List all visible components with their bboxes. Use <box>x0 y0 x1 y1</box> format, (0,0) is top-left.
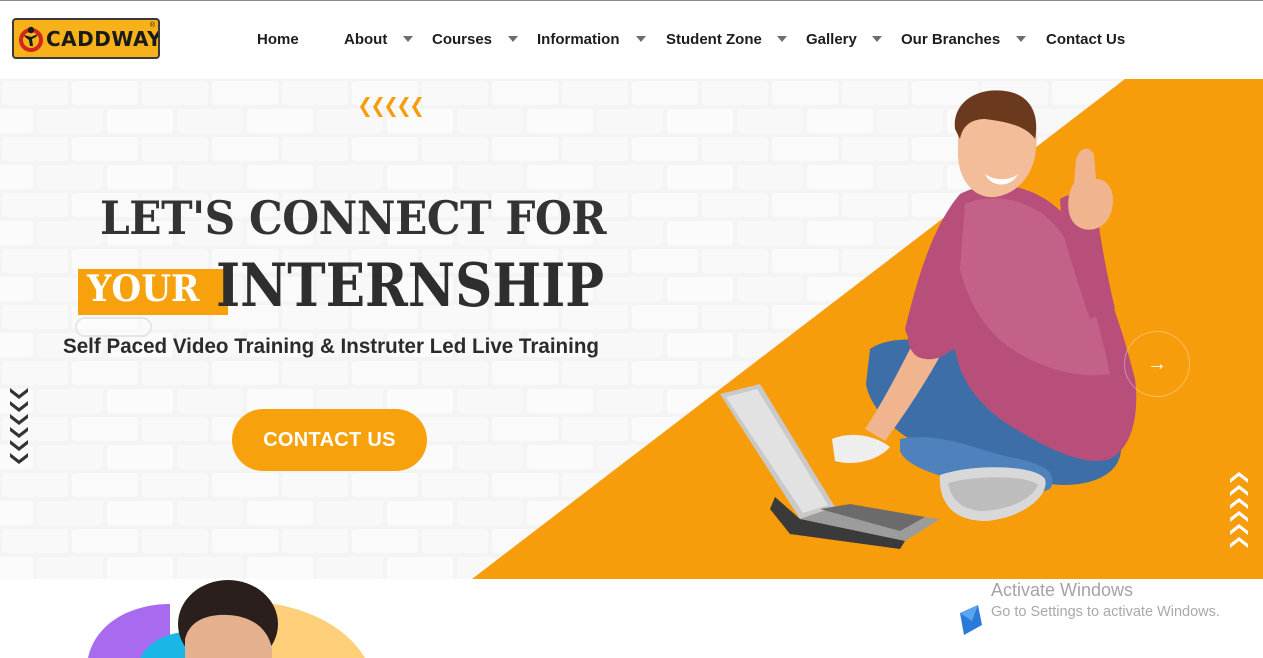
nav-home[interactable]: Home <box>257 31 299 48</box>
nav-our-branches[interactable]: Our Branches <box>901 31 1000 48</box>
logo-text: CADDWAY <box>46 26 160 51</box>
nav-about[interactable]: About <box>344 31 387 48</box>
hero-subtitle: Self Paced Video Training & Instruter Le… <box>63 335 599 358</box>
student-graphic <box>88 580 365 658</box>
site-header: CADDWAY ® Home About Courses Information… <box>0 1 1263 79</box>
nav-contact-us[interactable]: Contact Us <box>1046 31 1125 48</box>
decorative-pill <box>75 317 152 337</box>
chevron-down-icon[interactable] <box>872 36 882 42</box>
hero-headline-line2: INTERNSHIP <box>216 251 605 321</box>
hero-headline-highlight: YOUR <box>87 268 200 310</box>
activate-windows-title: Activate Windows <box>991 580 1134 600</box>
chevron-down-icon[interactable] <box>777 36 787 42</box>
nav-student-zone[interactable]: Student Zone <box>666 31 762 48</box>
hero-headline-line1: LET'S CONNECT FOR <box>100 191 607 245</box>
hero-banner: LET'S CONNECT FOR YOUR INTERNSHIP Self P… <box>0 79 1263 579</box>
hero-background <box>0 79 1263 579</box>
chevron-down-icon[interactable] <box>508 36 518 42</box>
windows-logo-icon <box>960 605 982 635</box>
slider-next-button[interactable]: → <box>1124 331 1190 397</box>
caddway-logo[interactable]: CADDWAY ® <box>12 18 160 59</box>
contact-us-button[interactable]: CONTACT US <box>232 409 427 471</box>
activate-windows-subtitle: Go to Settings to activate Windows. <box>991 604 1220 620</box>
chevron-down-icon[interactable] <box>636 36 646 42</box>
chevron-down-icon[interactable] <box>403 36 413 42</box>
registered-mark: ® <box>149 22 155 29</box>
nav-gallery[interactable]: Gallery <box>806 31 857 48</box>
nav-information[interactable]: Information <box>537 31 620 48</box>
arrow-right-icon: → <box>1147 352 1167 375</box>
nav-courses[interactable]: Courses <box>432 31 492 48</box>
chevron-down-icon[interactable] <box>1016 36 1026 42</box>
logo-person-icon <box>19 26 43 52</box>
